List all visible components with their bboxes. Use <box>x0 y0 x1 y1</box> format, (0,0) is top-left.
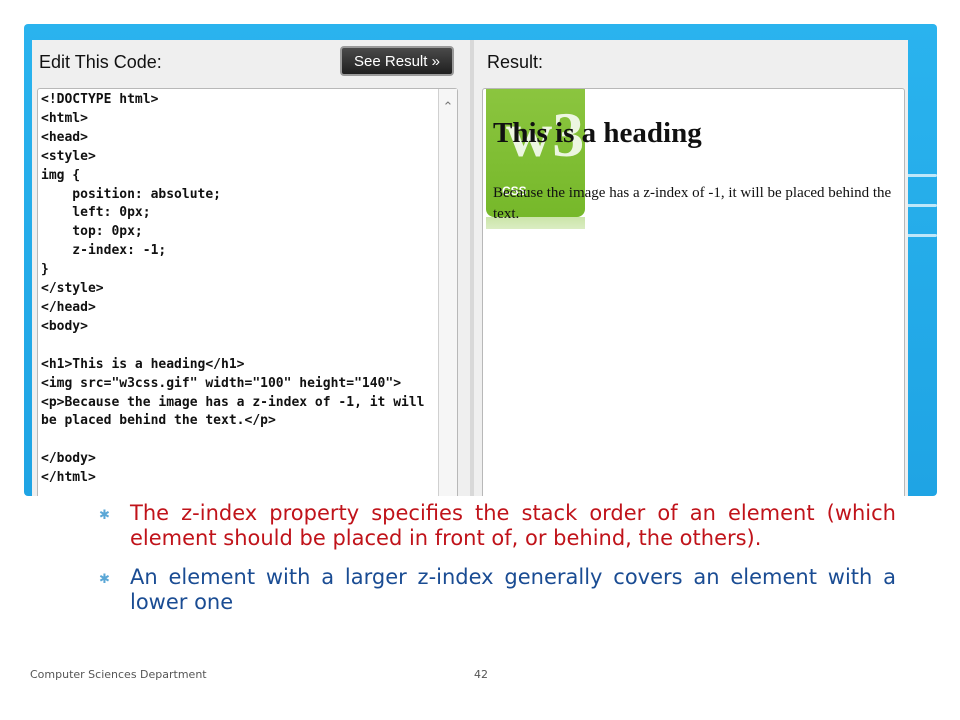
edit-code-title: Edit This Code: <box>39 52 162 72</box>
bullet-list: ✱ The z-index property specifies the sta… <box>96 501 896 615</box>
result-pane: w3 CSS This is a heading Because the ima… <box>482 88 905 496</box>
bullet-text: An element with a larger z-index general… <box>130 565 896 614</box>
code-scrollbar[interactable]: ⌃ <box>438 89 457 496</box>
bullet-text: The z-index property specifies the stack… <box>130 501 896 550</box>
pane-divider[interactable] <box>470 40 474 496</box>
result-paragraph: Because the image has a z-index of -1, i… <box>493 185 892 222</box>
code-editor[interactable]: <!DOCTYPE html> <html> <head> <style> im… <box>37 88 458 496</box>
bullet-item: ✱ An element with a larger z-index gener… <box>96 565 896 615</box>
result-title: Result: <box>487 52 544 72</box>
page-number: 42 <box>474 668 488 681</box>
bullet-item: ✱ The z-index property specifies the sta… <box>96 501 896 551</box>
tryit-editor-screenshot: Edit This Code: See Result » Result: <!D… <box>32 40 908 496</box>
code-text[interactable]: <!DOCTYPE html> <html> <head> <style> im… <box>41 91 425 488</box>
see-result-button[interactable]: See Result » <box>340 46 454 76</box>
asterisk-bullet-icon: ✱ <box>99 508 110 523</box>
footer-department: Computer Sciences Department <box>30 668 207 681</box>
result-heading: This is a heading <box>493 117 702 149</box>
asterisk-bullet-icon: ✱ <box>99 572 110 587</box>
scroll-up-icon[interactable]: ⌃ <box>441 101 455 115</box>
